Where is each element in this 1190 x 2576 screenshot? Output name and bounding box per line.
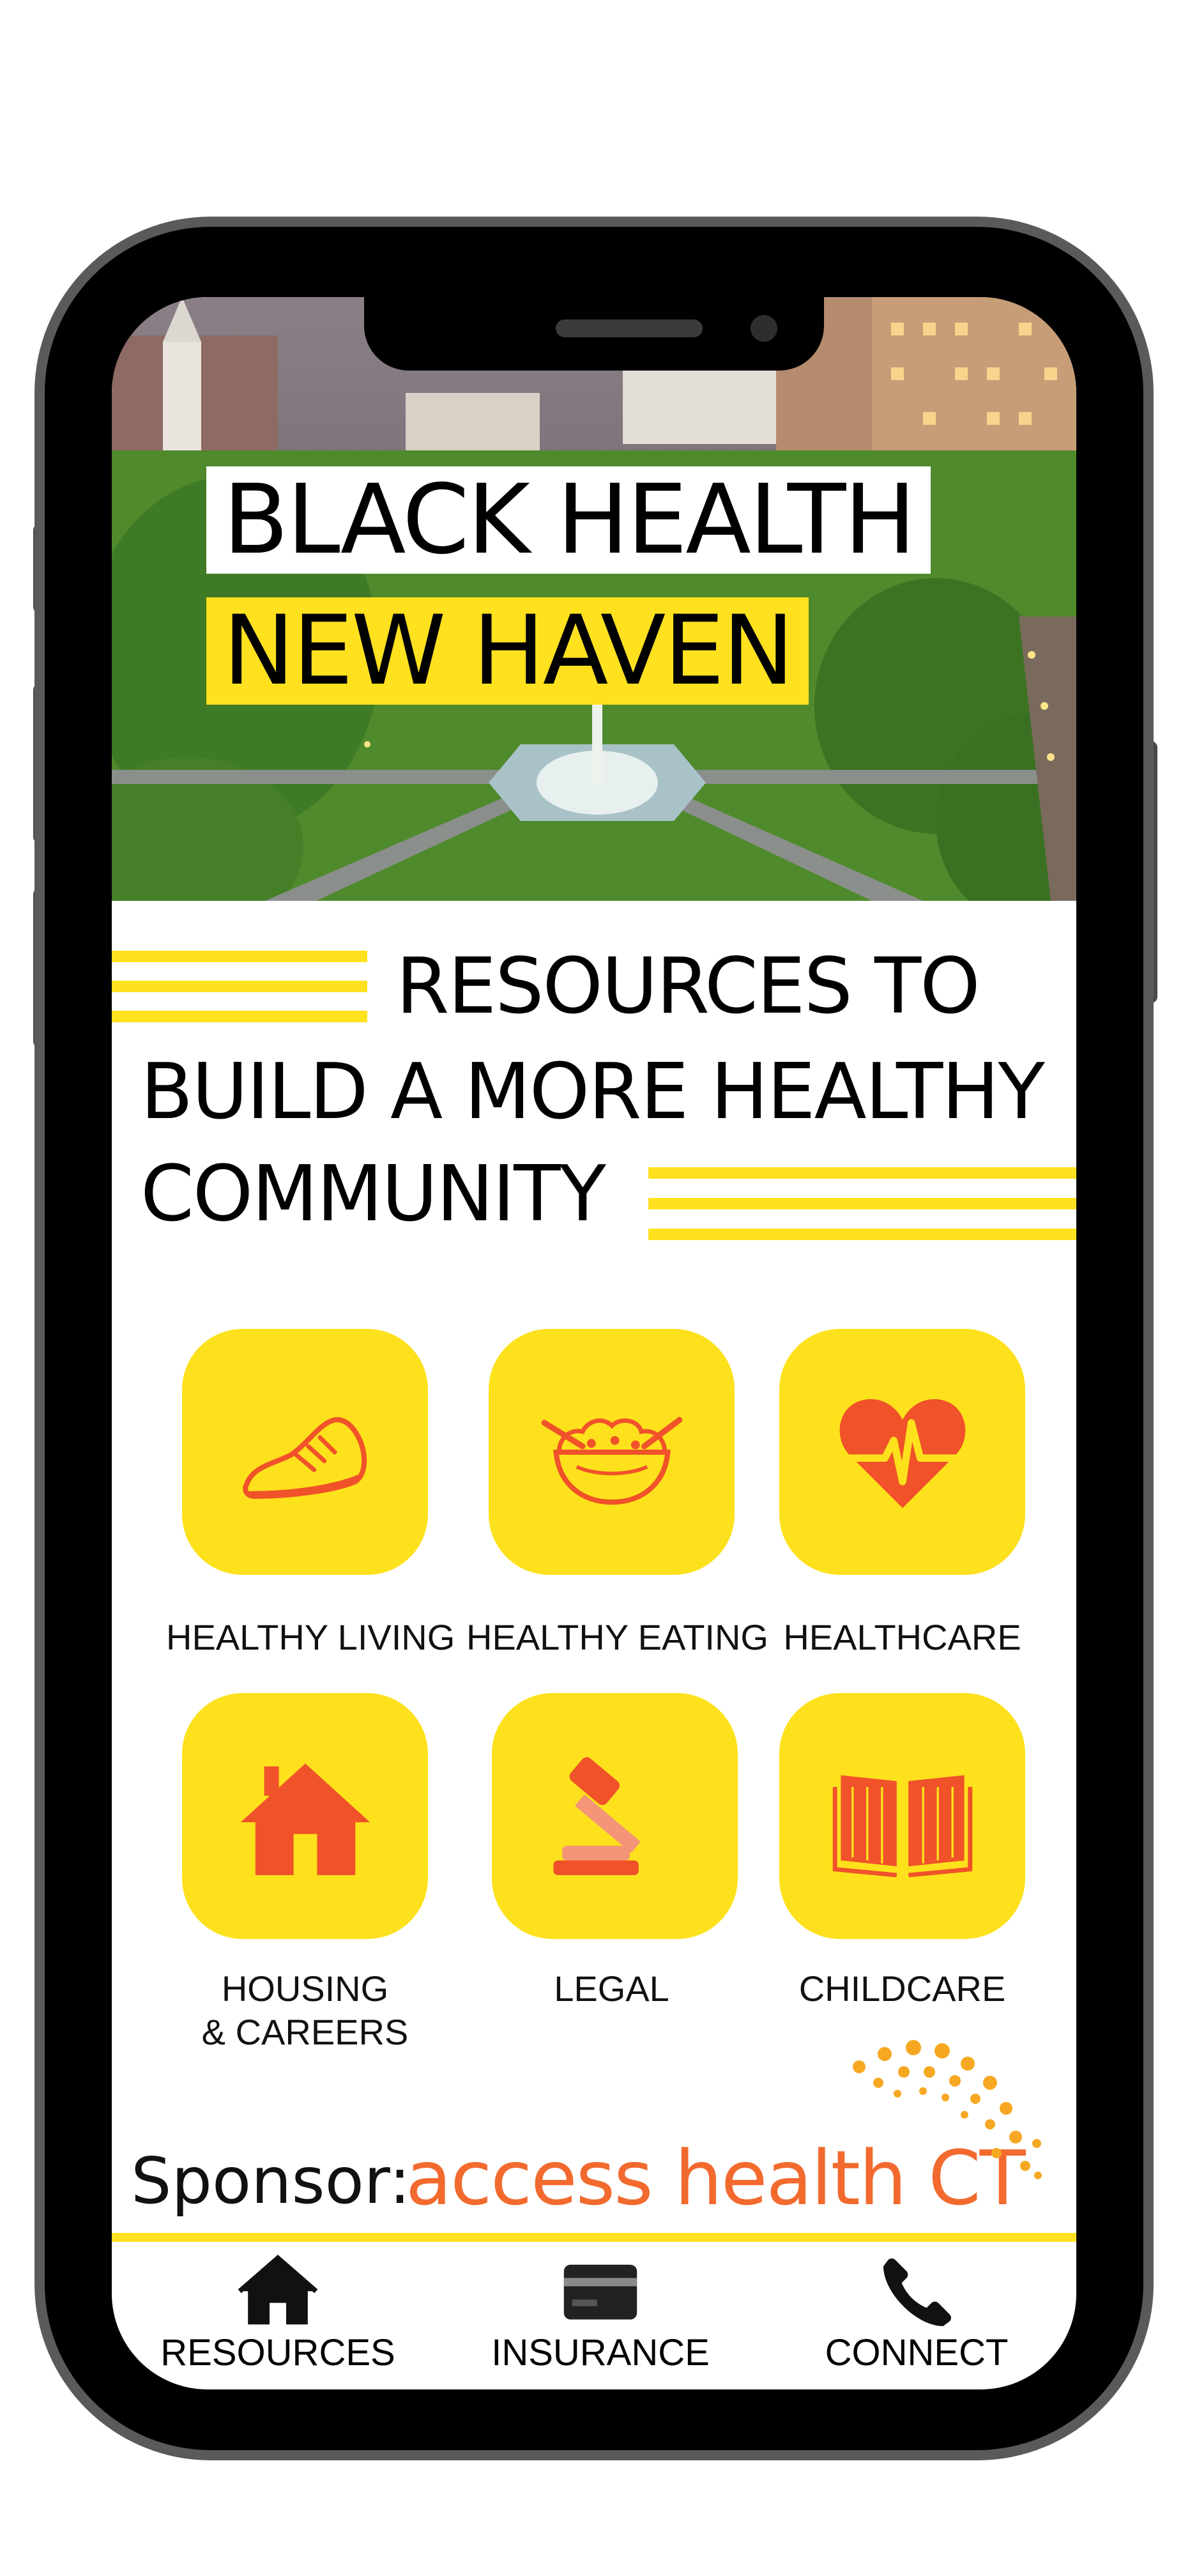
healthy-eating-button[interactable] — [489, 1329, 735, 1575]
headline-stripe — [112, 981, 367, 992]
sunburst-logo-mark — [853, 2040, 1042, 2179]
healthy-living-button[interactable] — [182, 1329, 428, 1575]
credit-card-icon — [563, 2264, 637, 2320]
healthy-eating-label: HEALTHY EATING — [466, 1617, 768, 1657]
headline-line-3: COMMUNITY — [141, 1150, 606, 1239]
legal-label: LEGAL — [554, 1968, 669, 2009]
headline-stripe — [648, 1229, 1076, 1240]
headline-stripe — [112, 951, 367, 962]
nav-resources[interactable]: RESOURCES — [160, 2252, 395, 2389]
hero-banner: BLACK HEALTH NEW HAVEN — [112, 297, 1076, 901]
childcare-label: CHILDCARE — [798, 1968, 1006, 2009]
healthy-living-label: HEALTHY LIVING — [166, 1617, 455, 1657]
gavel-icon — [553, 1756, 641, 1875]
healthcare-button[interactable] — [779, 1329, 1025, 1575]
bottom-nav-divider — [112, 2233, 1076, 2242]
nav-connect[interactable]: CONNECT — [814, 2252, 1019, 2389]
front-camera — [751, 315, 777, 342]
headline-line-2: BUILD A MORE HEALTHY — [141, 1048, 1045, 1137]
nav-insurance-label: INSURANCE — [491, 2332, 710, 2373]
open-book-icon — [832, 1775, 972, 1877]
speaker-grille — [556, 319, 703, 337]
housing-careers-button[interactable] — [182, 1693, 428, 1939]
nav-resources-label: RESOURCES — [160, 2332, 395, 2373]
housing-label-line-1: HOUSING — [221, 1968, 389, 2009]
healthcare-label: HEALTHCARE — [783, 1617, 1021, 1657]
house-icon — [240, 1763, 370, 1875]
sponsor-label: Sponsor: — [131, 2143, 411, 2218]
salad-bowl-icon — [541, 1416, 682, 1505]
nav-insurance[interactable]: INSURANCE — [491, 2252, 710, 2389]
phone-notch — [364, 297, 824, 371]
heart-pulse-icon — [839, 1399, 965, 1508]
phone-frame: BLACK HEALTH NEW HAVEN RESOURCES TO BUIL… — [45, 227, 1143, 2450]
headline-line-1: RESOURCES TO — [396, 942, 980, 1031]
home-icon — [238, 2255, 318, 2325]
sneaker-icon — [242, 1416, 367, 1499]
headline-stripe — [648, 1198, 1076, 1209]
hero-title-line-1: BLACK HEALTH — [206, 466, 931, 574]
childcare-button[interactable] — [779, 1693, 1025, 1939]
nav-connect-label: CONNECT — [825, 2332, 1009, 2373]
phone-icon — [883, 2258, 951, 2326]
sponsor-brand-text: access health — [406, 2134, 907, 2222]
headline-stripe — [112, 1011, 367, 1022]
hero-title-line-2: NEW HAVEN — [206, 597, 809, 705]
app-screen: BLACK HEALTH NEW HAVEN RESOURCES TO BUIL… — [112, 297, 1076, 2389]
legal-button[interactable] — [492, 1693, 738, 1939]
power-button — [1143, 741, 1157, 1003]
housing-label-line-2: & CAREERS — [201, 2012, 409, 2052]
headline-stripe — [648, 1167, 1076, 1179]
